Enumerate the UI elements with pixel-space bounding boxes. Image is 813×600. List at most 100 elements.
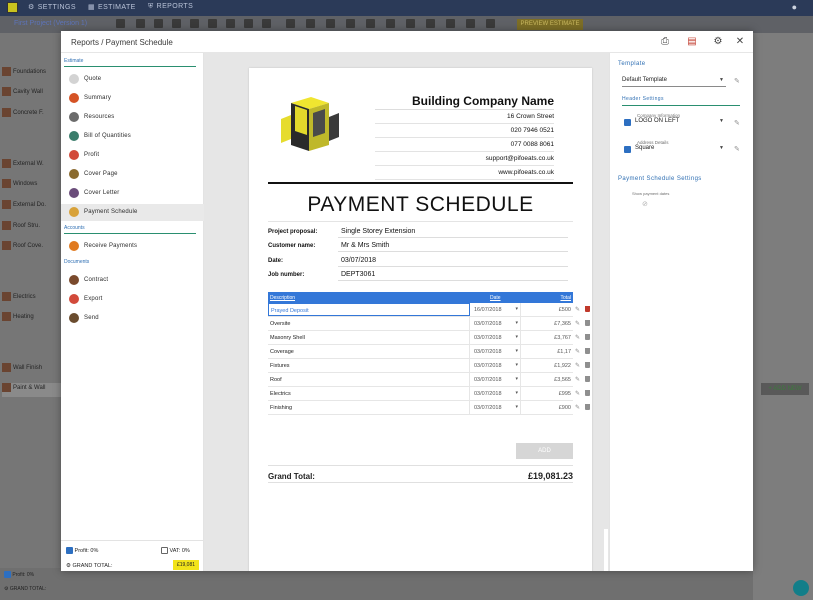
trash-icon[interactable]: [585, 306, 590, 312]
customer-name-value[interactable]: Mr & Mrs Smith: [338, 240, 568, 252]
close-icon[interactable]: ✕: [734, 36, 746, 48]
sidebar-item-quote[interactable]: Quote: [61, 71, 204, 88]
trash-icon[interactable]: [585, 348, 590, 354]
row-total[interactable]: £1,17: [522, 345, 573, 358]
pencil-icon[interactable]: ✎: [734, 145, 740, 153]
row-description-input[interactable]: Finishing: [268, 401, 470, 414]
row-date-select[interactable]: 03/07/2018 ▾: [472, 345, 521, 358]
pencil-icon[interactable]: ✎: [734, 77, 740, 85]
tool-icon[interactable]: [262, 19, 271, 28]
sidebar-item-profit[interactable]: Profit: [61, 147, 204, 164]
address-details-select[interactable]: Square ▼: [635, 143, 726, 155]
tool-icon[interactable]: [190, 19, 199, 28]
nav-reports[interactable]: ⛨ REPORTS: [148, 3, 193, 11]
visibility-off-icon[interactable]: ⊘: [642, 200, 648, 208]
row-description-input[interactable]: Electrics: [268, 387, 470, 400]
add-new-button[interactable]: + ADD NEW: [761, 383, 809, 395]
user-icon[interactable]: ●: [792, 2, 797, 12]
row-total[interactable]: £7,365: [522, 317, 573, 330]
row-description-input[interactable]: Fixtures: [268, 359, 470, 372]
date-value[interactable]: 03/07/2018: [338, 255, 568, 267]
row-date-select[interactable]: 16/07/2018 ▾: [472, 303, 521, 316]
chat-icon[interactable]: [793, 580, 809, 596]
col-date[interactable]: Date: [490, 295, 501, 301]
scrollbar[interactable]: [604, 529, 608, 571]
row-date-select[interactable]: 03/07/2018 ▾: [472, 387, 521, 400]
pencil-icon[interactable]: ✎: [575, 390, 580, 397]
gear-icon[interactable]: ⚙: [66, 563, 71, 569]
pencil-icon[interactable]: ✎: [575, 376, 580, 383]
row-date-select[interactable]: 03/07/2018 ▾: [472, 373, 521, 386]
row-date-select[interactable]: 03/07/2018 ▾: [472, 317, 521, 330]
row-total[interactable]: £500: [522, 303, 573, 316]
tool-icon[interactable]: [466, 19, 475, 28]
sidebar-item-summary[interactable]: Summary: [61, 90, 204, 107]
tool-icon[interactable]: [208, 19, 217, 28]
tool-icon[interactable]: [154, 19, 163, 28]
print-icon[interactable]: ⎙: [659, 36, 671, 48]
pencil-icon[interactable]: ✎: [575, 334, 580, 341]
tool-icon[interactable]: [346, 19, 355, 28]
row-date-select[interactable]: 03/07/2018 ▾: [472, 359, 521, 372]
sidebar-item-cover-letter[interactable]: Cover Letter: [61, 185, 204, 202]
tool-icon[interactable]: [386, 19, 395, 28]
vat-checkbox[interactable]: [161, 547, 168, 554]
add-row-button[interactable]: ADD: [516, 443, 573, 459]
pencil-icon[interactable]: ✎: [575, 306, 580, 313]
row-description-input[interactable]: Masonry Shell: [268, 331, 470, 344]
gear-icon[interactable]: ⚙: [4, 586, 8, 592]
tool-icon[interactable]: [306, 19, 315, 28]
project-selector[interactable]: First Project (Version 1): [14, 20, 87, 27]
template-select[interactable]: Default Template ▼: [622, 75, 726, 87]
project-proposal-value[interactable]: Single Storey Extension: [338, 226, 568, 238]
pencil-icon[interactable]: ✎: [575, 320, 580, 327]
row-total[interactable]: £995: [522, 387, 573, 400]
pdf-icon[interactable]: ▤: [686, 36, 698, 48]
preview-estimate-button[interactable]: PREVIEW ESTIMATE: [517, 19, 583, 30]
gear-icon[interactable]: ⚙: [712, 36, 724, 48]
trash-icon[interactable]: [585, 390, 590, 396]
company-info-checkbox[interactable]: [624, 119, 631, 126]
tool-icon[interactable]: [326, 19, 335, 28]
tool-icon[interactable]: [366, 19, 375, 28]
row-total[interactable]: £3,767: [522, 331, 573, 344]
sidebar-item-resources[interactable]: Resources: [61, 109, 204, 126]
sidebar-item-bill-of-quantities[interactable]: Bill of Quantities: [61, 128, 204, 145]
tool-icon[interactable]: [406, 19, 415, 28]
trash-icon[interactable]: [585, 320, 590, 326]
tool-icon[interactable]: [446, 19, 455, 28]
tool-icon[interactable]: [286, 19, 295, 28]
job-number-value[interactable]: DEPT3061: [338, 269, 568, 281]
trash-icon[interactable]: [585, 376, 590, 382]
sidebar-item-export[interactable]: Export: [61, 291, 204, 308]
pencil-icon[interactable]: ✎: [575, 362, 580, 369]
tool-icon[interactable]: [244, 19, 253, 28]
sidebar-item-payment-schedule[interactable]: Payment Schedule: [61, 204, 204, 221]
company-info-select[interactable]: LOGO ON LEFT ▼: [635, 116, 726, 128]
profit-checkbox[interactable]: [66, 547, 73, 554]
row-description-input[interactable]: Coverage: [268, 345, 470, 358]
row-date-select[interactable]: 03/07/2018 ▾: [472, 331, 521, 344]
tool-icon[interactable]: [226, 19, 235, 28]
pencil-icon[interactable]: ✎: [575, 348, 580, 355]
trash-icon[interactable]: [585, 362, 590, 368]
row-description-input[interactable]: Roof: [268, 373, 470, 386]
trash-icon[interactable]: [585, 334, 590, 340]
sidebar-item-receive-payments[interactable]: Receive Payments: [61, 238, 204, 255]
col-description[interactable]: Description: [270, 295, 295, 301]
tool-icon[interactable]: [116, 19, 125, 28]
trash-icon[interactable]: [585, 404, 590, 410]
row-date-select[interactable]: 03/07/2018 ▾: [472, 401, 521, 414]
tool-icon[interactable]: [486, 19, 495, 28]
col-total[interactable]: Total: [560, 295, 571, 301]
sidebar-item-cover-page[interactable]: Cover Page: [61, 166, 204, 183]
tool-icon[interactable]: [172, 19, 181, 28]
tool-icon[interactable]: [426, 19, 435, 28]
profit-checkbox[interactable]: [4, 571, 11, 578]
row-total[interactable]: £900: [522, 401, 573, 414]
row-description-input[interactable]: Oversite: [268, 317, 470, 330]
nav-estimate[interactable]: ▦ ESTIMATE: [88, 3, 136, 11]
sidebar-item-send[interactable]: Send: [61, 310, 204, 327]
address-details-checkbox[interactable]: [624, 146, 631, 153]
nav-settings[interactable]: ⚙ SETTINGS: [28, 3, 76, 11]
